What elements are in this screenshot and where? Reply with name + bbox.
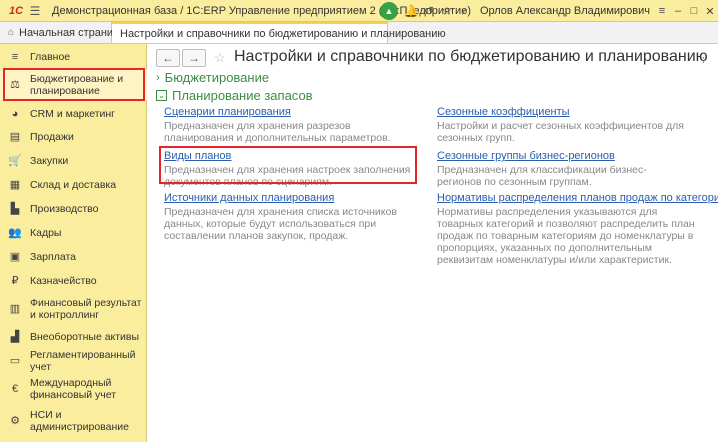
user-name[interactable]: Орлов Александр Владимирович xyxy=(480,5,650,17)
chevron-down-icon: ⌄ xyxy=(156,90,167,101)
warehouse-icon: ▦ xyxy=(9,179,21,191)
search-icon[interactable]: ⌕ xyxy=(456,2,474,20)
sidebar-item-treasury[interactable]: ₽ Казначейство xyxy=(0,270,147,292)
desc-sales-plan-norms: Нормативы распределения указываются для … xyxy=(437,206,695,266)
link-sales-plan-norms[interactable]: Нормативы распределения планов продаж по… xyxy=(437,192,718,204)
tab-label: Настройки и справочники по бюджетировани… xyxy=(120,27,446,40)
intl-icon: € xyxy=(11,383,19,395)
sidebar-item-budget[interactable]: ⚖ Бюджетирование и планирование xyxy=(0,70,147,100)
sidebar-item-settings[interactable]: ⚙ НСИ и администрирование xyxy=(0,406,147,436)
close-icon[interactable]: ✕ xyxy=(702,2,718,20)
desc-planning-scenarios: Предназначен для хранения разрезов плани… xyxy=(164,120,391,144)
sidebar-item-label: Склад и доставка xyxy=(30,179,117,191)
back-button[interactable]: ← xyxy=(156,49,180,67)
sales-icon: ▤ xyxy=(9,131,21,143)
sidebar-item-salary[interactable]: ▣ Зарплата xyxy=(0,246,147,268)
tab-settings[interactable]: Настройки и справочники по бюджетировани… xyxy=(112,22,446,43)
sidebar-item-label: Продажи xyxy=(30,131,74,143)
minimize-icon[interactable]: – xyxy=(670,2,686,20)
notification-icon[interactable]: ▲ xyxy=(379,2,398,20)
group-budgeting[interactable]: › Бюджетирование xyxy=(156,70,269,85)
sidebar-item-label: Финансовый результат и контроллинг xyxy=(30,297,142,321)
maximize-icon[interactable]: □ xyxy=(686,2,702,20)
main-panel: ← → ☆ Настройки и справочники по бюджети… xyxy=(148,44,718,442)
sidebar-item-purchases[interactable]: 🛒 Закупки xyxy=(0,150,147,172)
link-planning-data-sources[interactable]: Источники данных планирования xyxy=(164,192,334,204)
people-icon: 👥 xyxy=(8,227,22,239)
page-title: Настройки и справочники по бюджетировани… xyxy=(234,48,708,65)
app-logo: 1C xyxy=(8,4,24,17)
group-label: Бюджетирование xyxy=(164,70,270,85)
factory-icon: ▙ xyxy=(10,203,20,215)
sidebar-item-label: Казначейство xyxy=(30,275,97,287)
home-icon: ⌂ xyxy=(8,27,15,38)
sidebar-item-main[interactable]: ≡ Главное xyxy=(0,46,147,68)
group-label: Планирование запасов xyxy=(172,88,313,103)
cart-icon: 🛒 xyxy=(8,155,22,167)
link-planning-scenarios[interactable]: Сценарии планирования xyxy=(164,106,291,118)
link-plan-types[interactable]: Виды планов xyxy=(164,150,231,162)
menu-icon[interactable]: ☰ xyxy=(26,2,44,20)
group-inventory-planning[interactable]: ⌄ Планирование запасов xyxy=(156,88,313,103)
sidebar-item-assets[interactable]: ▟ Внеоборотные активы xyxy=(0,326,147,348)
sidebar-item-production[interactable]: ▙ Производство xyxy=(0,198,147,220)
bell-icon[interactable]: 🔔 xyxy=(402,2,420,20)
sidebar-item-label: Международный финансовый учет xyxy=(30,377,117,401)
desc-seasonal-coefficients: Настройки и расчет сезонных коэффициенто… xyxy=(437,120,684,144)
forward-button[interactable]: → xyxy=(182,49,206,67)
accounting-icon: ▭ xyxy=(9,355,21,367)
sidebar-item-label: Внеоборотные активы xyxy=(30,331,140,343)
tab-label: Начальная страница xyxy=(19,26,126,39)
tab-home[interactable]: ⌂ Начальная страница xyxy=(0,22,125,43)
sidebar-item-label: Зарплата xyxy=(30,251,76,263)
sidebar-item-warehouse[interactable]: ▦ Склад и доставка xyxy=(0,174,147,196)
tab-bar: ⌂ Начальная страница Настройки и справоч… xyxy=(0,22,718,44)
sidebar-item-finance[interactable]: ▥ Финансовый результат и контроллинг xyxy=(0,294,147,324)
treasury-icon: ₽ xyxy=(11,275,19,287)
crm-icon: ◕ xyxy=(11,108,19,120)
sidebar-item-label: Регламентированный учет xyxy=(30,349,136,373)
budget-icon: ⚖ xyxy=(10,79,20,91)
sidebar-item-label: Закупки xyxy=(30,155,69,167)
settings-icon: ⚙ xyxy=(10,415,20,427)
sidebar-item-label: Бюджетирование и планирование xyxy=(30,73,124,97)
history-icon[interactable]: ↺ xyxy=(420,2,438,20)
sidebar-item-crm[interactable]: ◕ CRM и маркетинг xyxy=(0,104,147,124)
desc-seasonal-groups: Предназначен для классификации бизнес-ре… xyxy=(437,164,647,188)
sidebar: ≡ Главное ⚖ Бюджетирование и планировани… xyxy=(0,44,147,442)
sidebar-item-hr[interactable]: 👥 Кадры xyxy=(0,222,147,244)
sidebar-item-label: Главное xyxy=(30,51,71,63)
sidebar-item-intl[interactable]: € Международный финансовый учет xyxy=(0,374,147,404)
chevron-right-icon: › xyxy=(156,71,160,84)
sidebar-item-label: Производство xyxy=(30,203,99,215)
desc-plan-types: Предназначен для хранения настроек запол… xyxy=(164,164,411,188)
link-seasonal-coefficients[interactable]: Сезонные коэффициенты xyxy=(437,106,570,118)
sidebar-item-accounting[interactable]: ▭ Регламентированный учет xyxy=(0,349,147,373)
sidebar-item-label: CRM и маркетинг xyxy=(30,108,116,120)
star-icon[interactable]: ☆ xyxy=(438,2,456,20)
desc-planning-data-sources: Предназначен для хранения списка источни… xyxy=(164,206,397,242)
sidebar-item-label: НСИ и администрирование xyxy=(30,409,129,433)
sidebar-item-label: Кадры xyxy=(30,227,62,239)
menu-icon: ≡ xyxy=(11,51,19,63)
sidebar-item-sales[interactable]: ▤ Продажи xyxy=(0,126,147,148)
link-seasonal-groups[interactable]: Сезонные группы бизнес-регионов xyxy=(437,150,615,162)
title-bar: 1C ☰ Демонстрационная база / 1С:ERP Упра… xyxy=(0,0,718,22)
assets-icon: ▟ xyxy=(10,331,20,343)
titlebar-tools: ▲ 🔔 ↺ ☆ ⌕ Орлов Александр Владимирович ≡… xyxy=(379,0,718,22)
salary-icon: ▣ xyxy=(9,251,21,263)
more-icon[interactable]: ⋮ xyxy=(697,50,710,66)
settings-icon[interactable]: ≡ xyxy=(654,2,670,20)
favorite-star-icon[interactable]: ☆ xyxy=(214,50,226,66)
finance-icon: ▥ xyxy=(9,303,21,315)
